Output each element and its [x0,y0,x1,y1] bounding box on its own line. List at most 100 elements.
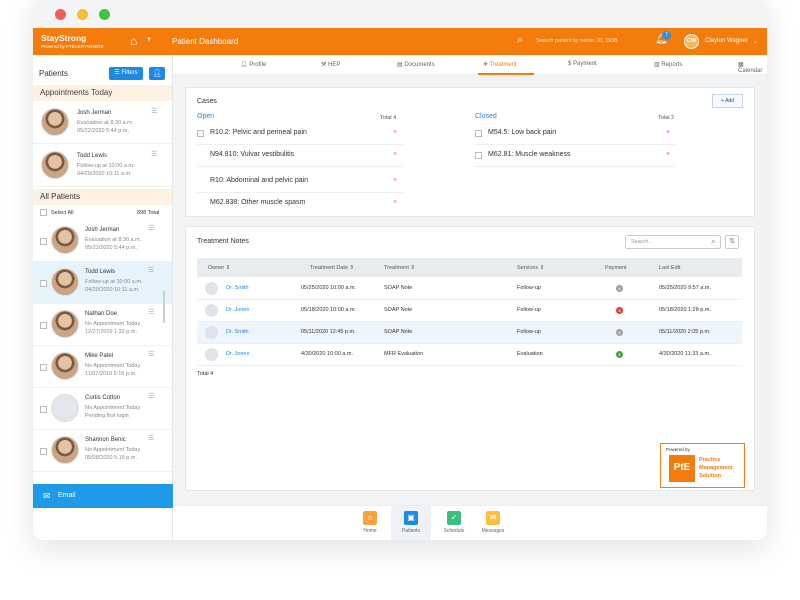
brand-logo[interactable]: StayStrong Powered by PTEVERYWHERE [33,34,173,49]
patient-list-item[interactable]: Mike Patel No Appointment Today 11/07/20… [33,346,172,388]
menu-icon[interactable]: ☰ [148,308,154,316]
menu-icon[interactable]: ☰ [148,392,154,400]
close-window-dot[interactable] [55,8,66,20]
patient-search-input[interactable]: Search patient by name, ID, DOB [536,38,618,44]
patient-checkbox[interactable] [40,448,47,455]
col-treatment[interactable]: Treatment ⇕ [384,265,415,271]
nav-label: Patients [401,528,421,534]
sort-button[interactable]: ⇅ [725,235,739,249]
owner-link[interactable]: Dr. Jones [226,307,249,313]
patient-last-seen: Pending first login [85,413,129,419]
messages-icon: ✉ [486,511,500,525]
minimize-window-dot[interactable] [77,8,88,20]
patient-avatar [41,108,69,136]
patient-list-item[interactable]: Todd Lewis Follow-up at 10:00 a.m. 04/29… [33,262,172,304]
patient-checkbox[interactable] [40,406,47,413]
case-checkbox[interactable] [197,178,204,185]
menu-icon[interactable]: ☰ [148,266,154,274]
open-case-row[interactable]: N94.810: Vulvar vestibulitis × [197,147,403,167]
user-menu-chevron-icon[interactable]: ⌄ [753,38,758,45]
remove-case-icon[interactable]: × [393,151,397,158]
menu-icon[interactable]: ☰ [148,350,154,358]
app-window: StayStrong Powered by PTEVERYWHERE ⌂ ▼ P… [33,0,767,540]
pte-badge[interactable]: Powered by PtE Practice Management Solut… [660,443,745,488]
remove-case-icon[interactable]: × [393,199,397,206]
search-icon[interactable]: ⌕ [711,237,715,247]
menu-icon[interactable]: ☰ [148,224,154,232]
patient-list-item[interactable]: Josh Jerman Evaluation at 8:30 a.m. 05/2… [33,220,172,262]
tab-treatment[interactable]: ✚ Treatment [483,61,517,68]
tab-payment[interactable]: $ Payment [568,61,597,67]
remove-case-icon[interactable]: × [666,151,670,158]
patient-name: Josh Jerman [85,227,120,233]
owner-link[interactable]: Dr. Smith [226,329,249,335]
home-icon[interactable]: ⌂ [130,34,137,48]
tab-reports[interactable]: ▥ Reports [654,61,682,68]
brand-sub: Powered by PTEVERYWHERE [41,43,104,49]
select-all-checkbox[interactable] [40,209,47,216]
tab-hep[interactable]: ⚒ HEP [321,61,340,68]
col-owner[interactable]: Owner ⇕ [208,265,230,271]
menu-icon[interactable]: ☰ [148,434,154,442]
case-checkbox[interactable] [197,130,204,137]
col-treatment-date[interactable]: Treatment Date ⇕ [310,265,354,271]
open-case-row[interactable]: M62.838: Other muscle spasm × [197,195,403,215]
patient-checkbox[interactable] [40,280,47,287]
maximize-window-dot[interactable] [99,8,110,20]
patient-checkbox[interactable] [40,364,47,371]
patient-checkbox[interactable] [40,322,47,329]
appointment-item[interactable]: Josh Jerman Evaluation at 8:30 a.m. 05/2… [33,101,172,144]
remove-case-icon[interactable]: × [393,177,397,184]
owner-link[interactable]: Dr. Smith [226,285,249,291]
table-row[interactable]: Dr. Smith 05/25/2020 10:00 a.m. SOAP Not… [197,278,742,300]
table-row[interactable]: Dr. Smith 05/11/2020 12:45 p.m. SOAP Not… [197,322,742,344]
case-checkbox[interactable] [475,130,482,137]
patient-list-item[interactable]: Curtis Cotton No Appointment Today Pendi… [33,388,172,430]
tab-profile[interactable]: 👤︎ Profile [240,61,266,68]
search-icon[interactable]: ⌕ [517,34,523,47]
nav-home[interactable]: ⌂ Home [350,506,390,540]
add-user-icon: 👤︎ [152,70,162,77]
patient-avatar [51,352,79,380]
patient-checkbox[interactable] [40,238,47,245]
col-last-edit[interactable]: Last Edit [659,265,680,271]
case-checkbox[interactable] [197,152,204,159]
remove-case-icon[interactable]: × [393,129,397,136]
col-services[interactable]: Services ⇕ [517,265,544,271]
add-case-button[interactable]: + Add [712,94,743,108]
notes-search-input[interactable]: Search... [625,235,721,249]
open-case-row[interactable]: R10: Abdominal and pelvic pain × [197,173,403,193]
patient-list-item[interactable]: Shannon Benic No Appointment Today 05/08… [33,430,172,472]
patients-sidebar: Patients ☰ Filters 👤︎ Appointments Today… [33,55,173,540]
email-button[interactable]: ✉ Email [33,484,173,508]
last-edit: 4/30/2020 11:33 a.m. [659,351,711,357]
nav-patients[interactable]: ▣ Patients [391,506,431,540]
nav-messages[interactable]: ✉ Messages [473,506,513,540]
appointment-item[interactable]: Todd Lewis Follow-up at 10:00 a.m. 04/29… [33,144,172,187]
filters-button[interactable]: ☰ Filters [109,67,143,80]
remove-case-icon[interactable]: × [666,129,670,136]
tab-calendar[interactable]: ▦ Calendar [738,61,767,74]
chevron-down-icon[interactable]: ▼ [146,37,152,43]
col-payment[interactable]: Payment [605,265,627,271]
menu-icon[interactable]: ☰ [151,107,157,115]
table-row[interactable]: Dr. Jones 4/30/2020 10:00 a.m. MFR Evalu… [197,344,742,366]
treatment-notes-card: Treatment Notes Search... ⌕ ⇅ Owner ⇕ Tr… [185,226,755,491]
menu-icon[interactable]: ☰ [151,150,157,158]
closed-case-row[interactable]: M54.5: Low back pain × [475,125,675,145]
closed-case-row[interactable]: M62.81: Muscle weakness × [475,147,675,167]
case-checkbox[interactable] [475,152,482,159]
case-label: M62.838: Other muscle spasm [210,199,306,206]
user-name[interactable]: Clayton Wagner [705,38,748,44]
add-patient-button[interactable]: 👤︎ [149,67,165,80]
open-case-row[interactable]: R10.2: Pelvic and perineal pain × [197,125,403,145]
sidebar-scrollbar[interactable] [163,291,165,323]
table-row[interactable]: Dr. Jones 05/18/2020 10:00 a.m. SOAP Not… [197,300,742,322]
patient-list-item[interactable]: Nathan Doe No Appointment Today 12/27/20… [33,304,172,346]
owner-link[interactable]: Dr. Jones [226,351,249,357]
nav-schedule[interactable]: ✓ Schedule [434,506,474,540]
user-avatar[interactable]: CW [684,34,699,49]
tab-documents[interactable]: ▤ Documents [397,61,435,68]
header-label: Treatment Date [310,265,349,271]
case-checkbox[interactable] [197,200,204,207]
